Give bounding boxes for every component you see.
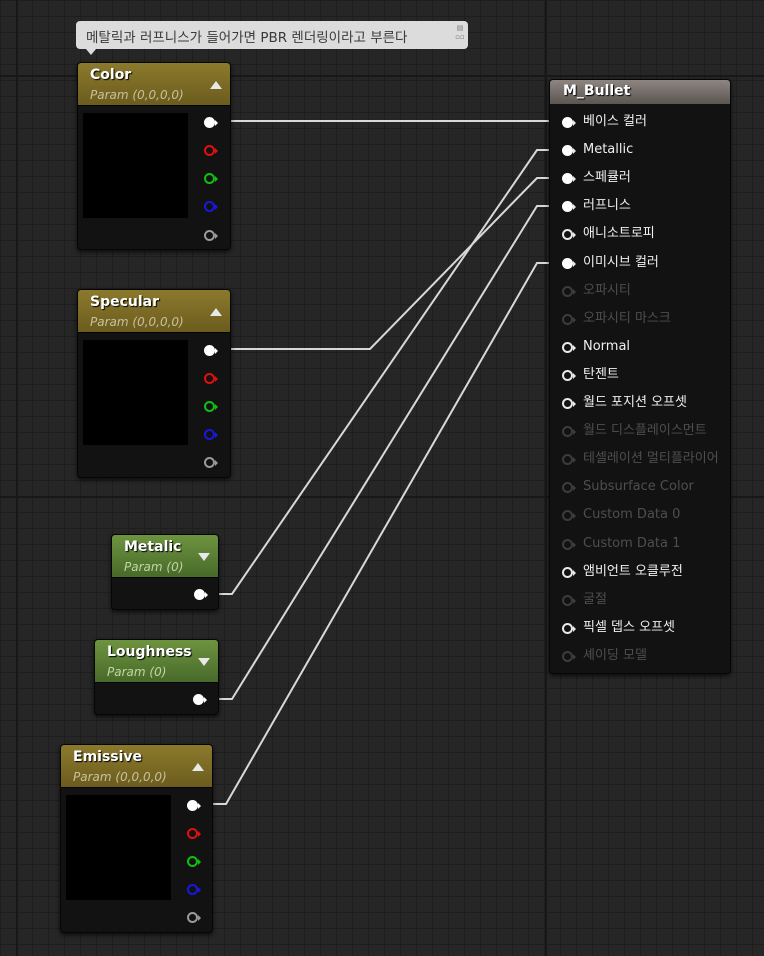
wire-emissive-to-emissive-input <box>207 262 558 805</box>
wire-metalic-to-metallic-input <box>214 149 558 595</box>
material-input-pin[interactable] <box>562 286 576 297</box>
material-input-label: 이미시브 컬러 <box>583 255 659 270</box>
material-input-label: 탄젠트 <box>583 367 619 382</box>
node-header[interactable]: Color Param (0,0,0,0) <box>78 63 230 106</box>
material-input-label: 월드 디스플레이스먼트 <box>583 423 707 438</box>
wire-loughness-to-roughness-input <box>214 205 558 700</box>
material-input-label: 오파시티 <box>583 283 631 298</box>
collapse-arrow-icon[interactable] <box>210 308 222 316</box>
output-pin-b[interactable] <box>187 884 201 895</box>
material-input-label: Subsurface Color <box>583 479 694 494</box>
output-pin-b[interactable] <box>204 201 218 212</box>
material-input-label: 테셀레이션 멀티플라이어 <box>583 451 719 466</box>
material-input-pin[interactable] <box>562 510 576 521</box>
material-input-pin[interactable] <box>562 370 576 381</box>
material-input-label: 러프니스 <box>583 198 631 213</box>
node-title: Metalic <box>124 539 182 555</box>
material-input-pin[interactable] <box>562 173 576 184</box>
wire-specular-to-specular-input <box>224 177 558 350</box>
output-pin-r[interactable] <box>204 373 218 384</box>
material-result-node[interactable]: M_Bullet 베이스 컬러 Metallic 스페큘러러프니스애니소트로피이미시… <box>549 79 731 674</box>
output-pin-g[interactable] <box>187 856 201 867</box>
param-node-specular[interactable]: Specular Param (0,0,0,0) <box>77 289 231 478</box>
color-preview <box>83 340 188 445</box>
material-input-label: 스페큘러 <box>583 170 631 185</box>
material-input-label: Custom Data 0 <box>583 507 681 522</box>
comment-text: 메탈릭과 러프니스가 들어가면 PBR 렌더링이라고 부른다 <box>86 30 408 46</box>
color-preview <box>66 795 171 900</box>
material-input-pin[interactable] <box>562 201 576 212</box>
expand-arrow-icon[interactable] <box>198 658 210 666</box>
material-input-pin[interactable] <box>562 651 576 662</box>
output-pin-a[interactable] <box>204 230 218 241</box>
node-header[interactable]: Metalic Param (0) <box>112 535 218 578</box>
node-subtitle: Param (0,0,0,0) <box>73 770 167 784</box>
output-pin-g[interactable] <box>204 173 218 184</box>
material-input-pin[interactable] <box>562 258 576 269</box>
output-pin-r[interactable] <box>204 145 218 156</box>
material-input-pin[interactable] <box>562 398 576 409</box>
output-pin-r[interactable] <box>187 828 201 839</box>
material-input-label: Metallic <box>583 142 634 157</box>
node-subtitle: Param (0,0,0,0) <box>90 315 184 329</box>
node-subtitle: Param (0) <box>107 665 167 679</box>
node-title: Color <box>90 67 132 83</box>
node-header[interactable]: M_Bullet <box>550 80 730 104</box>
material-input-label: 셰이딩 모델 <box>583 648 647 663</box>
material-input-pin[interactable] <box>562 314 576 325</box>
output-pin-rgba[interactable] <box>204 117 218 128</box>
output-pin-g[interactable] <box>204 401 218 412</box>
material-input-pin[interactable] <box>562 426 576 437</box>
material-input-label: 애니소트로피 <box>583 226 655 241</box>
output-pin-value[interactable] <box>194 589 208 600</box>
material-input-pin[interactable] <box>562 117 576 128</box>
output-pin-value[interactable] <box>193 694 207 705</box>
material-input-pin[interactable] <box>562 229 576 240</box>
material-input-label: 월드 포지션 오프셋 <box>583 395 687 410</box>
material-input-label: 앰비언트 오클루전 <box>583 564 683 579</box>
material-input-label: 베이스 컬러 <box>583 114 647 129</box>
color-preview <box>83 113 188 218</box>
collapse-arrow-icon[interactable] <box>192 763 204 771</box>
node-title: Specular <box>90 294 160 310</box>
output-pin-rgba[interactable] <box>187 800 201 811</box>
material-input-pin[interactable] <box>562 567 576 578</box>
node-header[interactable]: Emissive Param (0,0,0,0) <box>61 745 212 788</box>
param-node-loughness[interactable]: Loughness Param (0) <box>94 639 219 715</box>
output-pin-rgba[interactable] <box>204 345 218 356</box>
material-input-label: 굴절 <box>583 592 607 607</box>
output-pin-a[interactable] <box>204 457 218 468</box>
comment-bubble[interactable]: 메탈릭과 러프니스가 들어가면 PBR 렌더링이라고 부른다 ▤ ▫▫ <box>76 21 468 55</box>
node-title: Loughness <box>107 644 192 660</box>
material-input-pin[interactable] <box>562 623 576 634</box>
material-input-pin[interactable] <box>562 595 576 606</box>
node-title: M_Bullet <box>563 83 631 99</box>
material-input-label: 오파시티 마스크 <box>583 311 671 326</box>
node-header[interactable]: Loughness Param (0) <box>95 640 218 683</box>
material-input-pin[interactable] <box>562 482 576 493</box>
param-node-color[interactable]: Color Param (0,0,0,0) <box>77 62 231 250</box>
node-title: Emissive <box>73 749 143 765</box>
param-node-metalic[interactable]: Metalic Param (0) <box>111 534 219 610</box>
material-input-label: Normal <box>583 339 631 354</box>
material-input-label: Custom Data 1 <box>583 536 681 551</box>
material-input-label: 픽셀 뎁스 오프셋 <box>583 620 675 635</box>
node-subtitle: Param (0,0,0,0) <box>90 88 184 102</box>
material-input-pin[interactable] <box>562 342 576 353</box>
param-node-emissive[interactable]: Emissive Param (0,0,0,0) <box>60 744 213 933</box>
node-header[interactable]: Specular Param (0,0,0,0) <box>78 290 230 333</box>
material-input-pin[interactable] <box>562 539 576 550</box>
output-pin-a[interactable] <box>187 912 201 923</box>
comment-bubble-icon[interactable]: ▤ ▫▫ <box>455 24 465 44</box>
collapse-arrow-icon[interactable] <box>210 81 222 89</box>
output-pin-b[interactable] <box>204 429 218 440</box>
expand-arrow-icon[interactable] <box>198 553 210 561</box>
node-subtitle: Param (0) <box>124 560 184 574</box>
material-input-pin[interactable] <box>562 145 576 156</box>
material-input-pin[interactable] <box>562 454 576 465</box>
